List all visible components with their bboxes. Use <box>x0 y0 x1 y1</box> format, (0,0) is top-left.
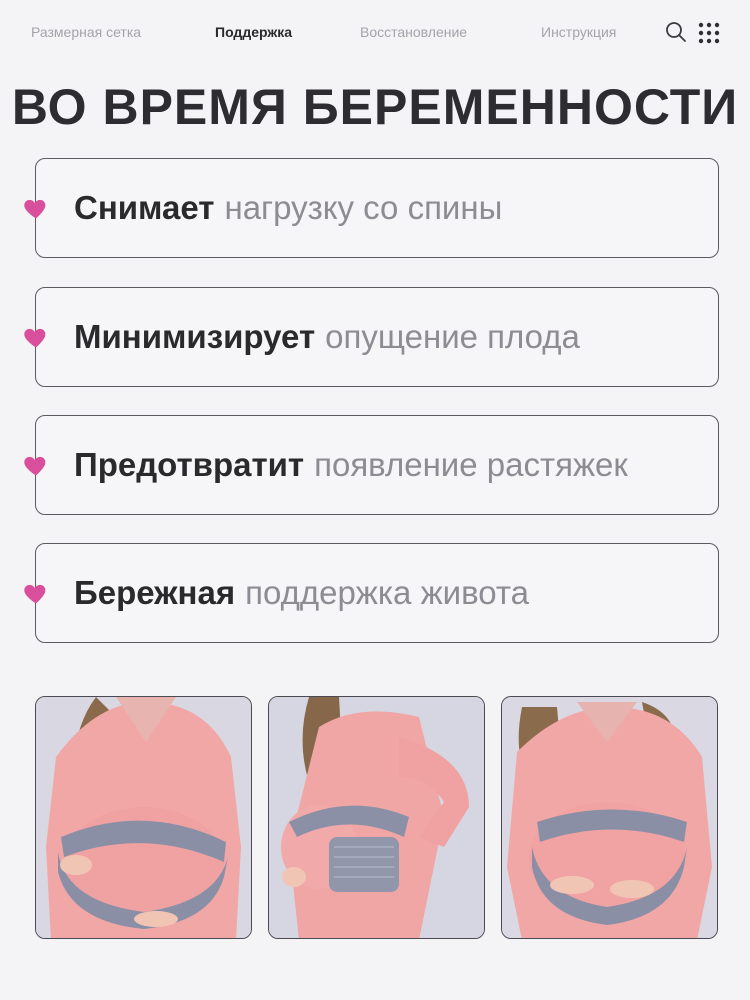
feature-card-stretch-marks: Предотвратит появление растяжек <box>24 415 719 515</box>
photo-front-view <box>35 696 252 939</box>
feature-card-fetal-descent: Минимизирует опущение плода <box>24 287 719 387</box>
photo-side-view <box>268 696 485 939</box>
heart-icon <box>22 323 50 351</box>
feature-card-belly-support: Бережная поддержка живота <box>24 543 719 643</box>
page-title: ВО ВРЕМЯ БЕРЕМЕННОСТИ <box>11 79 739 135</box>
feature-text: Предотвратит появление растяжек <box>74 416 628 514</box>
search-icon[interactable] <box>664 20 688 49</box>
feature-description: опущение плода <box>325 318 580 355</box>
feature-description: нагрузку со спины <box>224 189 503 226</box>
feature-description: поддержка живота <box>245 574 529 611</box>
top-navigation: Размерная сетка Поддержка Восстановление… <box>0 0 750 64</box>
nav-tab-size-chart[interactable]: Размерная сетка <box>31 24 141 40</box>
feature-bold-label: Снимает <box>74 189 215 226</box>
feature-text: Снимает нагрузку со спины <box>74 159 502 257</box>
photo-front-hands-view <box>501 696 718 939</box>
heart-icon <box>22 451 50 479</box>
nav-tab-instruction[interactable]: Инструкция <box>541 24 616 40</box>
feature-bold-label: Минимизирует <box>74 318 316 355</box>
feature-text: Бережная поддержка живота <box>74 544 529 642</box>
heart-icon <box>22 194 50 222</box>
nav-tab-recovery[interactable]: Восстановление <box>360 24 467 40</box>
feature-bold-label: Бережная <box>74 574 236 611</box>
feature-card-back-relief: Снимает нагрузку со спины <box>24 158 719 258</box>
feature-description: появление растяжек <box>314 446 628 483</box>
heart-icon <box>22 579 50 607</box>
nav-tab-support[interactable]: Поддержка <box>215 24 292 40</box>
grid-menu-icon[interactable] <box>697 21 721 50</box>
feature-bold-label: Предотвратит <box>74 446 305 483</box>
feature-text: Минимизирует опущение плода <box>74 288 580 386</box>
